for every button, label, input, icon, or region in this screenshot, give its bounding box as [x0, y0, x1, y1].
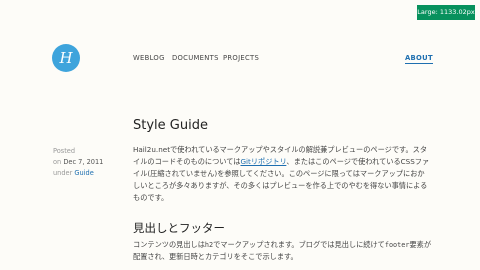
git-repo-link[interactable]: Gitリポジトリ	[240, 157, 286, 166]
nav-weblog[interactable]: WEBLOG	[133, 54, 165, 62]
post-date-line: on Dec 7, 2011	[53, 157, 103, 168]
section-text-2: でマークアップされます。ブログでは見出しに続けて	[213, 240, 385, 249]
breakpoint-badge: Large: 1133.02px	[417, 5, 475, 20]
nav-projects[interactable]: PROJECTS	[223, 54, 259, 62]
intro-paragraph: Hail2u.netで使われているマークアップやスタイルの解説兼プレビューのペー…	[133, 144, 431, 204]
post-meta: Posted on Dec 7, 2011 under Guide	[53, 146, 103, 179]
category-link[interactable]: Guide	[74, 169, 93, 177]
section-text-1: コンテンツの見出しは	[133, 240, 205, 249]
code-h2: h2	[204, 241, 214, 249]
code-footer: footer	[384, 241, 410, 249]
on-label: on	[53, 158, 62, 166]
post-category-line: under Guide	[53, 168, 103, 179]
nav-documents[interactable]: DOCUMENTS	[172, 54, 219, 62]
nav-about[interactable]: ABOUT	[405, 54, 433, 64]
site-logo[interactable]: H	[52, 44, 80, 72]
section-paragraph: コンテンツの見出しはh2でマークアップされます。ブログでは見出しに続けてfoot…	[133, 239, 431, 263]
posted-label: Posted	[53, 147, 76, 155]
post-date: Dec 7, 2011	[63, 158, 104, 166]
under-label: under	[53, 169, 73, 177]
page-title: Style Guide	[133, 118, 208, 133]
section-heading: 見出しとフッター	[133, 221, 225, 235]
